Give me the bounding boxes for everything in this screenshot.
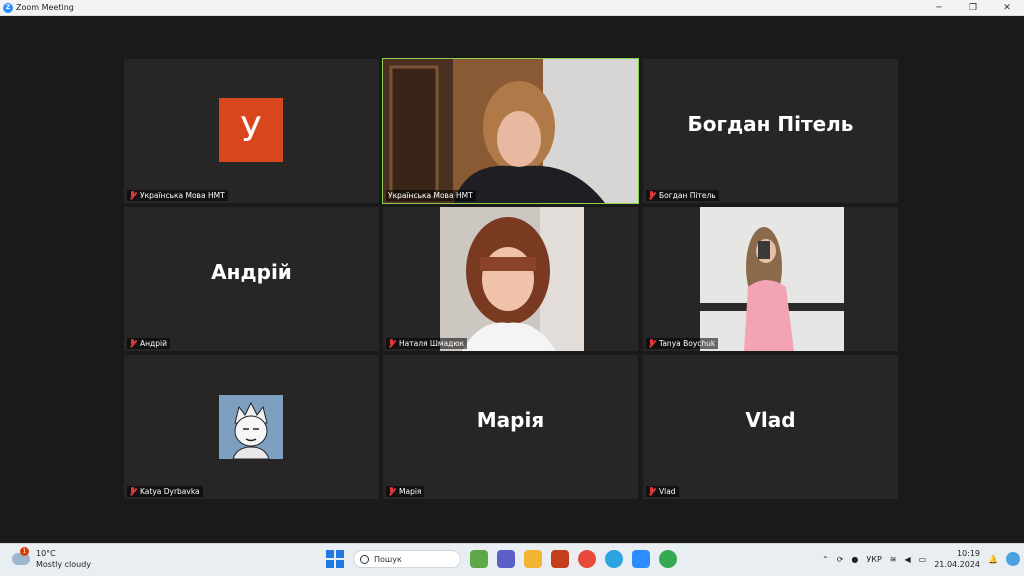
participant-name-tag: Богдан Пітель bbox=[646, 190, 719, 201]
muted-mic-icon bbox=[388, 487, 396, 496]
window-controls: ─ ❐ ✕ bbox=[922, 0, 1024, 15]
clock-time: 10:19 bbox=[956, 549, 981, 558]
system-tray: ⌃ ⟳ ● УКР ≋ ◀ ▭ 10:19 21.04.2024 🔔 bbox=[822, 548, 1020, 570]
participant-tile[interactable]: У Українська Мова НМТ bbox=[124, 59, 379, 203]
muted-mic-icon bbox=[129, 339, 137, 348]
weather-temperature: 10°C bbox=[36, 549, 56, 558]
battery-icon[interactable]: ▭ bbox=[919, 555, 927, 564]
participant-tile[interactable]: Богдан Пітель Богдан Пітель bbox=[643, 59, 898, 203]
gallery-view: У Українська Мова НМТ Українська Мова НМ… bbox=[0, 16, 1024, 543]
weather-condition: Mostly cloudy bbox=[36, 560, 91, 569]
wifi-icon[interactable]: ≋ bbox=[890, 555, 897, 564]
search-placeholder: Пошук bbox=[374, 554, 402, 564]
minimize-button[interactable]: ─ bbox=[922, 0, 956, 15]
participant-tile[interactable]: Tanya Boychuk bbox=[643, 207, 898, 351]
participant-tile[interactable]: Марія Марія bbox=[383, 355, 638, 499]
notification-badge: 1 bbox=[20, 547, 29, 556]
window-title: Zoom Meeting bbox=[16, 3, 74, 12]
participant-name-tag: Українська Мова НМТ bbox=[386, 190, 476, 201]
chrome-icon[interactable] bbox=[578, 550, 596, 568]
file-explorer-icon[interactable] bbox=[524, 550, 542, 568]
search-icon bbox=[360, 554, 369, 564]
powerpoint-icon[interactable] bbox=[551, 550, 569, 568]
zoom-logo-icon: Z bbox=[3, 2, 13, 13]
taskbar-apps: Пошук bbox=[326, 550, 677, 568]
muted-mic-icon bbox=[648, 191, 656, 200]
participant-display-name: Марія bbox=[476, 408, 545, 432]
language-indicator[interactable]: УКР bbox=[866, 555, 881, 564]
participant-display-name: Vlad bbox=[745, 408, 796, 432]
participant-name-tag: Наталя Шмадюк bbox=[386, 338, 468, 349]
participant-name-tag: Tanya Boychuk bbox=[646, 338, 719, 349]
title-bar: Z Zoom Meeting ─ ❐ ✕ bbox=[0, 0, 1024, 16]
restore-button[interactable]: ❐ bbox=[956, 0, 990, 15]
participant-name-tag: Марія bbox=[386, 486, 425, 497]
muted-mic-icon bbox=[129, 191, 137, 200]
participant-name: Наталя Шмадюк bbox=[399, 339, 465, 348]
weather-widget[interactable]: 1 10°C Mostly cloudy bbox=[12, 547, 91, 570]
participant-tile[interactable]: Vlad Vlad bbox=[643, 355, 898, 499]
volume-icon[interactable]: ◀ bbox=[905, 555, 911, 564]
telegram-icon[interactable] bbox=[605, 550, 623, 568]
participant-tile[interactable]: Андрій Андрій bbox=[124, 207, 379, 351]
participant-name: Українська Мова НМТ bbox=[140, 191, 225, 200]
start-button[interactable] bbox=[326, 550, 344, 568]
close-button[interactable]: ✕ bbox=[990, 0, 1024, 15]
participant-display-name: Богдан Пітель bbox=[687, 112, 854, 136]
participant-name: Марія bbox=[399, 487, 422, 496]
participant-name: Андрій bbox=[140, 339, 167, 348]
muted-mic-icon bbox=[648, 339, 656, 348]
taskbar: 1 10°C Mostly cloudy Пошук ⌃ ⟳ ● УКР ≋ ◀… bbox=[0, 543, 1024, 576]
cloud-icon: 1 bbox=[12, 547, 30, 565]
participant-tile[interactable]: Katya Dyrbavka bbox=[124, 355, 379, 499]
participant-tile[interactable]: Наталя Шмадюк bbox=[383, 207, 638, 351]
microphone-icon[interactable]: ● bbox=[851, 555, 858, 564]
taskbar-search[interactable]: Пошук bbox=[353, 550, 461, 568]
muted-mic-icon bbox=[129, 487, 137, 496]
chrome-profile-icon[interactable] bbox=[659, 550, 677, 568]
copilot-icon[interactable] bbox=[1006, 552, 1020, 566]
teams-icon[interactable] bbox=[497, 550, 515, 568]
clock-date: 21.04.2024 bbox=[934, 560, 981, 569]
sync-icon[interactable]: ⟳ bbox=[837, 555, 844, 564]
muted-mic-icon bbox=[648, 487, 656, 496]
participant-display-name: Андрій bbox=[211, 260, 292, 284]
participant-name: Katya Dyrbavka bbox=[140, 487, 200, 496]
participant-name: Богдан Пітель bbox=[659, 191, 716, 200]
participant-name-tag: Vlad bbox=[646, 486, 679, 497]
notification-bell-icon[interactable]: 🔔 bbox=[988, 555, 998, 564]
participant-name-tag: Katya Dyrbavka bbox=[127, 486, 203, 497]
participant-name: Українська Мова НМТ bbox=[388, 191, 473, 200]
avatar bbox=[219, 395, 283, 459]
avatar: У bbox=[219, 98, 283, 162]
video-feed bbox=[700, 207, 844, 351]
participant-tile-active-speaker[interactable]: Українська Мова НМТ bbox=[382, 58, 639, 204]
participant-name-tag: Українська Мова НМТ bbox=[127, 190, 228, 201]
participant-name-tag: Андрій bbox=[127, 338, 170, 349]
widgets-icon[interactable] bbox=[470, 550, 488, 568]
muted-mic-icon bbox=[388, 339, 396, 348]
video-feed bbox=[440, 207, 584, 351]
video-feed bbox=[383, 59, 638, 203]
chevron-up-icon[interactable]: ⌃ bbox=[822, 555, 829, 564]
cartoon-avatar-image bbox=[219, 395, 283, 459]
participant-name: Vlad bbox=[659, 487, 676, 496]
clock[interactable]: 10:19 21.04.2024 bbox=[934, 548, 980, 570]
participant-name: Tanya Boychuk bbox=[659, 339, 716, 348]
zoom-icon[interactable] bbox=[632, 550, 650, 568]
